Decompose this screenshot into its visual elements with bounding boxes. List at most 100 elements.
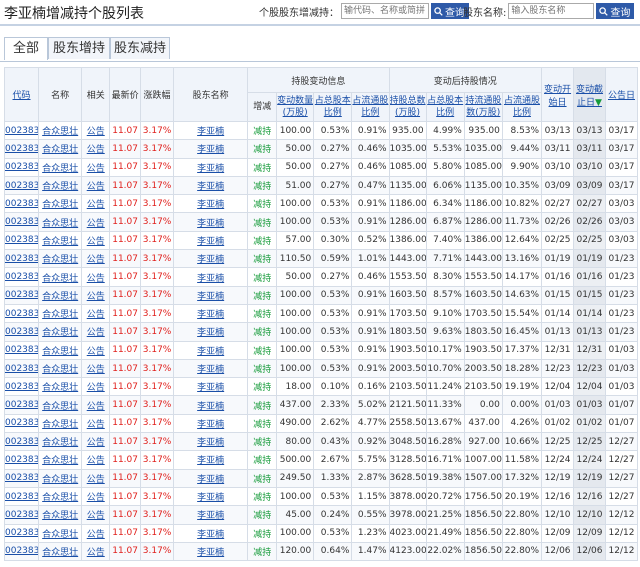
stock-code-link[interactable]: 002383 bbox=[3, 303, 40, 324]
stock-code-link[interactable]: 002383 bbox=[3, 157, 40, 177]
stock-code-link[interactable]: 002383 bbox=[3, 120, 40, 141]
holder-name-link[interactable]: 李亚楠 bbox=[173, 120, 249, 141]
stock-name-link[interactable]: 合众思壮 bbox=[38, 340, 83, 360]
stock-name-link[interactable]: 合众思壮 bbox=[38, 486, 83, 507]
stock-code-link[interactable]: 002383 bbox=[3, 139, 40, 159]
announcement-link[interactable]: 公告 bbox=[81, 468, 111, 488]
announcement-link[interactable]: 公告 bbox=[81, 120, 111, 141]
holder-name-link[interactable]: 李亚楠 bbox=[173, 285, 249, 305]
header-pct-total[interactable]: 占总股本比例 bbox=[313, 92, 353, 122]
holder-name-link[interactable]: 李亚楠 bbox=[173, 194, 249, 214]
header-announce[interactable]: 公告日 bbox=[604, 67, 639, 122]
stock-code-link[interactable]: 002383 bbox=[3, 322, 40, 342]
stock-name-link[interactable]: 合众思壮 bbox=[38, 120, 83, 141]
holder-name-link[interactable]: 李亚楠 bbox=[173, 267, 249, 287]
announcement-link[interactable]: 公告 bbox=[81, 249, 111, 269]
announcement-link[interactable]: 公告 bbox=[81, 175, 111, 196]
announcement-link[interactable]: 公告 bbox=[81, 486, 111, 507]
holder-name-link[interactable]: 李亚楠 bbox=[173, 322, 249, 342]
holder-name-link[interactable]: 李亚楠 bbox=[173, 157, 249, 177]
stock-code-link[interactable]: 002383 bbox=[3, 285, 40, 305]
holder-name-link[interactable]: 李亚楠 bbox=[173, 249, 249, 269]
header-end-date[interactable]: 变动截止日▼ bbox=[573, 67, 606, 122]
stock-code-link[interactable]: 002383 bbox=[3, 413, 40, 434]
announcement-link[interactable]: 公告 bbox=[81, 139, 111, 159]
announcement-link[interactable]: 公告 bbox=[81, 212, 111, 232]
header-qty[interactable]: 变动数量(万股) bbox=[276, 92, 315, 122]
holder-name-link[interactable]: 李亚楠 bbox=[173, 450, 249, 470]
stock-code-link[interactable]: 002383 bbox=[3, 523, 40, 543]
holder-name-link[interactable]: 李亚楠 bbox=[173, 413, 249, 434]
stock-name-link[interactable]: 合众思壮 bbox=[38, 413, 83, 434]
holder-name-link[interactable]: 李亚楠 bbox=[173, 212, 249, 232]
holder-search-button[interactable]: 查询 bbox=[596, 3, 635, 19]
announcement-link[interactable]: 公告 bbox=[81, 358, 111, 379]
header-pct-float[interactable]: 占流通股比例 bbox=[351, 92, 390, 122]
stock-code-link[interactable]: 002383 bbox=[3, 212, 40, 232]
announcement-link[interactable]: 公告 bbox=[81, 322, 111, 342]
header-hold-total-pct[interactable]: 占总股本比例 bbox=[425, 92, 465, 122]
stock-name-link[interactable]: 合众思壮 bbox=[38, 212, 83, 232]
holder-name-link[interactable]: 李亚楠 bbox=[173, 175, 249, 196]
stock-code-link[interactable]: 002383 bbox=[3, 450, 40, 470]
announcement-link[interactable]: 公告 bbox=[81, 285, 111, 305]
stock-name-link[interactable]: 合众思壮 bbox=[38, 230, 83, 251]
stock-code-link[interactable]: 002383 bbox=[3, 395, 40, 415]
stock-code-link[interactable]: 002383 bbox=[3, 486, 40, 507]
stock-code-link[interactable]: 002383 bbox=[3, 340, 40, 360]
stock-name-link[interactable]: 合众思壮 bbox=[38, 267, 83, 287]
header-code[interactable]: 代码 bbox=[3, 67, 40, 122]
stock-name-link[interactable]: 合众思壮 bbox=[38, 194, 83, 214]
holder-name-link[interactable]: 李亚楠 bbox=[173, 541, 249, 562]
holder-name-link[interactable]: 李亚楠 bbox=[173, 303, 249, 324]
stock-code-link[interactable]: 002383 bbox=[3, 175, 40, 196]
stock-code-link[interactable]: 002383 bbox=[3, 468, 40, 488]
stock-code-link[interactable]: 002383 bbox=[3, 432, 40, 452]
stock-name-link[interactable]: 合众思壮 bbox=[38, 468, 83, 488]
stock-name-link[interactable]: 合众思壮 bbox=[38, 432, 83, 452]
stock-name-link[interactable]: 合众思壮 bbox=[38, 541, 83, 562]
holder-name-link[interactable]: 李亚楠 bbox=[173, 340, 249, 360]
stock-code-link[interactable]: 002383 bbox=[3, 230, 40, 251]
holder-name-link[interactable]: 李亚楠 bbox=[173, 139, 249, 159]
announcement-link[interactable]: 公告 bbox=[81, 523, 111, 543]
stock-name-link[interactable]: 合众思壮 bbox=[38, 303, 83, 324]
stock-code-link[interactable]: 002383 bbox=[3, 505, 40, 525]
stock-name-link[interactable]: 合众思壮 bbox=[38, 157, 83, 177]
stock-name-link[interactable]: 合众思壮 bbox=[38, 175, 83, 196]
stock-name-link[interactable]: 合众思壮 bbox=[38, 358, 83, 379]
holder-name-link[interactable]: 李亚楠 bbox=[173, 358, 249, 379]
stock-search-input[interactable] bbox=[341, 3, 429, 19]
holder-search-input[interactable] bbox=[508, 3, 595, 19]
announcement-link[interactable]: 公告 bbox=[81, 395, 111, 415]
header-hold-float[interactable]: 持流通股数(万股) bbox=[463, 92, 503, 122]
announcement-link[interactable]: 公告 bbox=[81, 413, 111, 434]
announcement-link[interactable]: 公告 bbox=[81, 194, 111, 214]
stock-name-link[interactable]: 合众思壮 bbox=[38, 395, 83, 415]
stock-name-link[interactable]: 合众思壮 bbox=[38, 523, 83, 543]
announcement-link[interactable]: 公告 bbox=[81, 377, 111, 397]
holder-name-link[interactable]: 李亚楠 bbox=[173, 230, 249, 251]
announcement-link[interactable]: 公告 bbox=[81, 505, 111, 525]
announcement-link[interactable]: 公告 bbox=[81, 340, 111, 360]
stock-code-link[interactable]: 002383 bbox=[3, 249, 40, 269]
announcement-link[interactable]: 公告 bbox=[81, 267, 111, 287]
stock-code-link[interactable]: 002383 bbox=[3, 194, 40, 214]
tab-decrease[interactable]: 股东减持 bbox=[110, 37, 170, 59]
tab-all[interactable]: 全部 bbox=[4, 37, 48, 60]
stock-name-link[interactable]: 合众思壮 bbox=[38, 322, 83, 342]
stock-code-link[interactable]: 002383 bbox=[3, 377, 40, 397]
holder-name-link[interactable]: 李亚楠 bbox=[173, 377, 249, 397]
announcement-link[interactable]: 公告 bbox=[81, 303, 111, 324]
announcement-link[interactable]: 公告 bbox=[81, 432, 111, 452]
holder-name-link[interactable]: 李亚楠 bbox=[173, 486, 249, 507]
announcement-link[interactable]: 公告 bbox=[81, 450, 111, 470]
stock-name-link[interactable]: 合众思壮 bbox=[38, 249, 83, 269]
holder-name-link[interactable]: 李亚楠 bbox=[173, 432, 249, 452]
stock-code-link[interactable]: 002383 bbox=[3, 541, 40, 562]
header-hold-float-pct[interactable]: 占流通股比例 bbox=[501, 92, 543, 122]
stock-code-link[interactable]: 002383 bbox=[3, 267, 40, 287]
announcement-link[interactable]: 公告 bbox=[81, 541, 111, 562]
stock-name-link[interactable]: 合众思壮 bbox=[38, 285, 83, 305]
stock-name-link[interactable]: 合众思壮 bbox=[38, 505, 83, 525]
